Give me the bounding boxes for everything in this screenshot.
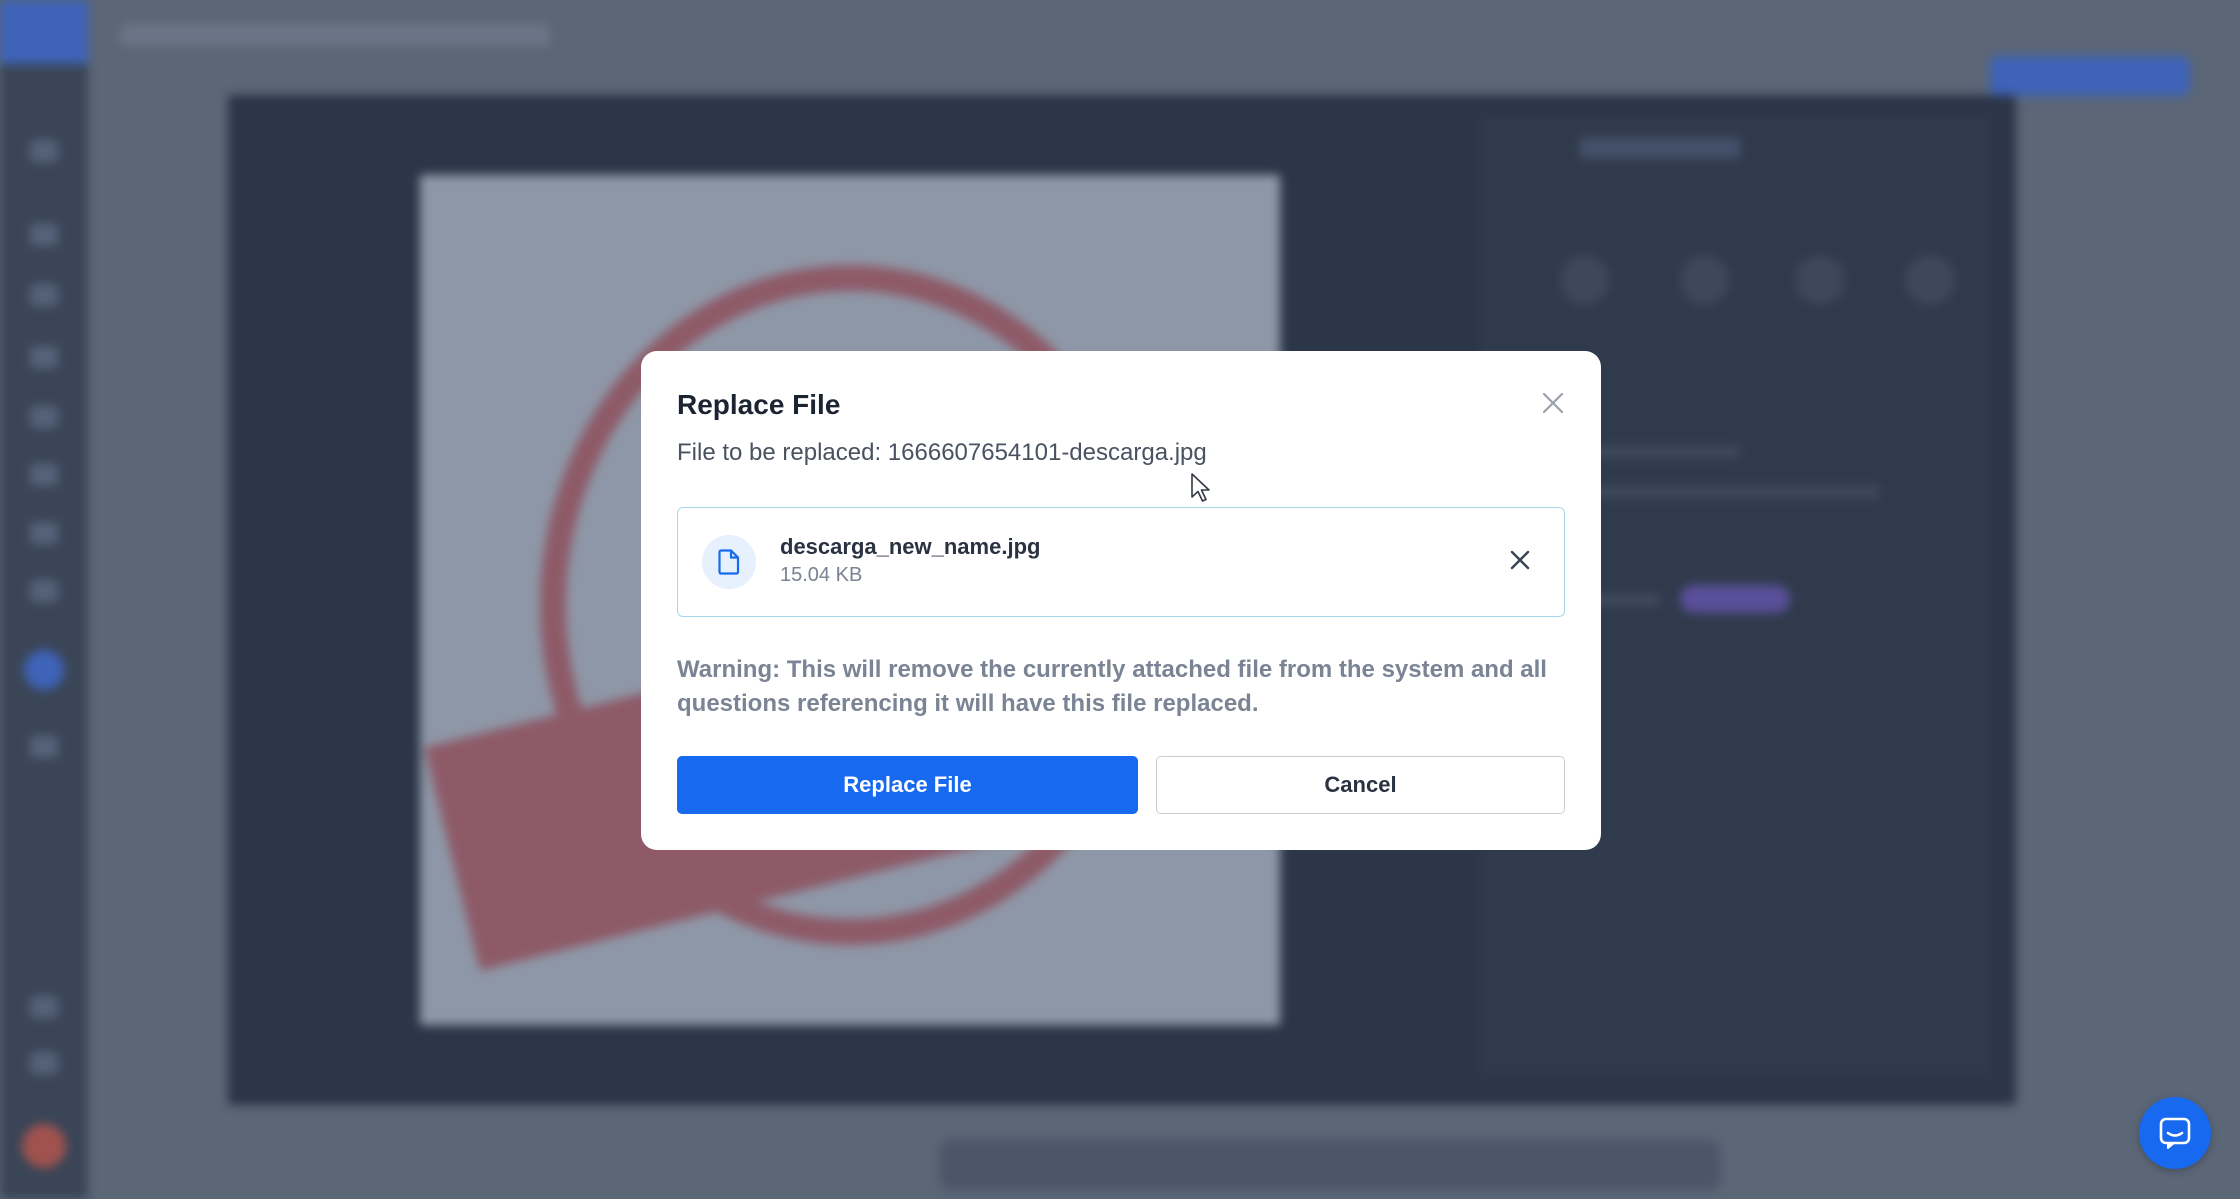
mouse-pointer-icon	[1191, 473, 1210, 502]
replace-file-dialog: Replace File File to be replaced: 166660…	[641, 351, 1601, 850]
sidebar-nav-icon	[30, 580, 58, 602]
dialog-title: Replace File	[677, 389, 841, 420]
file-to-replace-prefix: File to be replaced:	[677, 439, 882, 466]
chat-bubble-icon	[2159, 1117, 2191, 1149]
sidebar-nav-icon	[30, 224, 58, 246]
selected-file-size: 15.04 KB	[780, 564, 863, 586]
sidebar-nav-icon	[30, 346, 58, 368]
sidebar	[0, 0, 88, 1199]
file-icon	[718, 549, 740, 575]
sidebar-nav-icon-active	[24, 650, 64, 690]
file-icon-badge	[702, 535, 756, 589]
topbar-breadcrumb-blurred	[120, 24, 550, 46]
sidebar-nav-icon	[30, 140, 58, 162]
file-to-replace-label: File to be replaced: 1666607654101-desca…	[677, 439, 1207, 467]
sidebar-nav-icon	[30, 406, 58, 428]
topbar-button-blurred	[1990, 56, 2190, 96]
selected-file-name: descarga_new_name.jpg	[780, 534, 1041, 559]
sidebar-nav-icon	[30, 996, 58, 1018]
chat-launcher-button[interactable]	[2139, 1097, 2211, 1169]
footer-bar-blurred	[940, 1140, 1720, 1190]
close-dialog-button[interactable]	[1535, 385, 1571, 421]
replace-file-button[interactable]: Replace File	[677, 756, 1138, 814]
selected-file-card: descarga_new_name.jpg 15.04 KB	[677, 507, 1565, 617]
sidebar-nav-icon	[30, 522, 58, 544]
file-to-replace-name: 1666607654101-descarga.jpg	[887, 439, 1207, 466]
x-icon	[1510, 550, 1530, 570]
sidebar-nav-icon	[30, 284, 58, 306]
app-logo	[0, 0, 88, 64]
sidebar-nav-icon	[30, 1052, 58, 1074]
sidebar-nav-icon	[30, 464, 58, 486]
remove-selected-file-button[interactable]	[1504, 544, 1536, 576]
user-avatar	[22, 1124, 66, 1168]
cancel-button[interactable]: Cancel	[1156, 756, 1565, 814]
replace-warning-text: Warning: This will remove the currently …	[677, 656, 1547, 717]
close-icon	[1542, 392, 1564, 414]
sidebar-nav-icon	[30, 736, 58, 758]
